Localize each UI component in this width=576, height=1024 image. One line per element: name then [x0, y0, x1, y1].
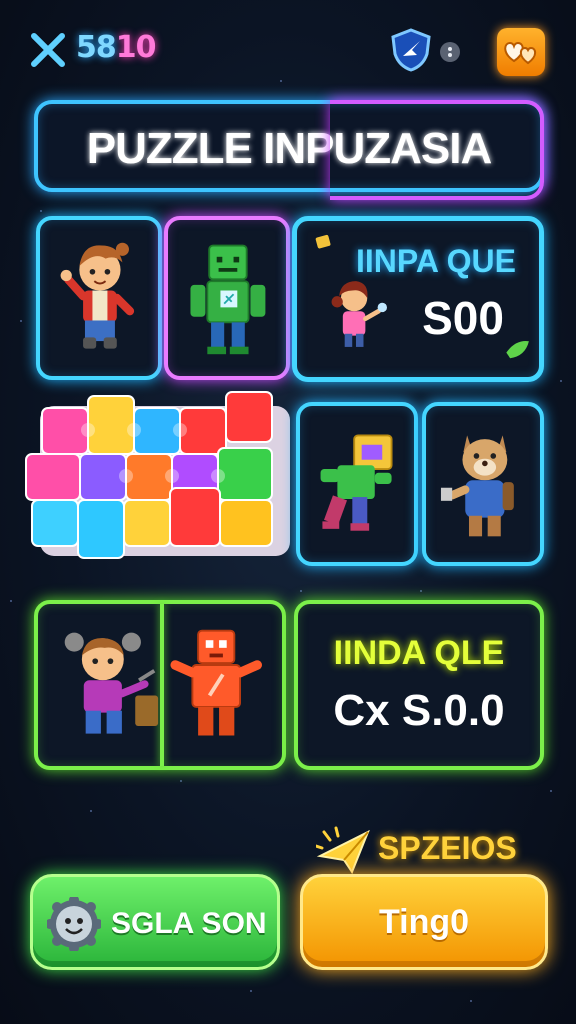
right-action-button[interactable]: Ting0 [300, 874, 548, 970]
game-title: PUZZLE INPUZASIA [86, 124, 492, 173]
block-hero-icon [320, 434, 393, 531]
character-card-block-hero[interactable] [296, 402, 418, 566]
x-icon[interactable] [28, 30, 68, 70]
gear-face-icon [47, 897, 101, 951]
green-robot-icon [190, 244, 266, 355]
hearts-icon [504, 41, 537, 65]
bear-character-icon [440, 435, 514, 537]
offer-1-title: IINPA QUE [355, 243, 516, 279]
offer-card-2[interactable]: IINDA QLE Cx S.0.0 [294, 600, 544, 770]
score-part-1: 58 [76, 30, 117, 65]
boy-character-icon [60, 242, 135, 349]
title-banner: PUZZLE INPUZASIA [34, 100, 544, 200]
offer-1-price: S00 [422, 292, 504, 344]
dots-icon[interactable] [440, 42, 460, 62]
offer-2-price: Cx S.0.0 [333, 686, 505, 735]
offer-2-title: IINDA QLE [333, 634, 505, 672]
left-action-button[interactable]: SGLA SON [30, 874, 280, 970]
top-bar: 5810 [0, 0, 576, 100]
character-card-boy[interactable] [36, 216, 162, 380]
offer-card-1[interactable]: IINPA QUE S00 [292, 216, 544, 382]
hearts-button[interactable] [497, 28, 545, 76]
shield-icon[interactable] [390, 28, 432, 72]
paper-plane-icon [316, 826, 370, 875]
puzzle-board[interactable] [22, 388, 294, 576]
character-card-bear[interactable] [422, 402, 544, 566]
score-part-2: 10 [115, 30, 157, 65]
score-display: 5810 [76, 30, 156, 65]
right-button-label: Ting0 [378, 903, 470, 941]
left-button-label: SGLA SON [111, 907, 267, 940]
mouse-boy-and-orange-robot-icons [64, 629, 262, 736]
character-card-green-robot[interactable] [164, 216, 290, 380]
character-card-pair[interactable] [34, 600, 286, 770]
reward-label: SPZEIOS [378, 830, 517, 866]
